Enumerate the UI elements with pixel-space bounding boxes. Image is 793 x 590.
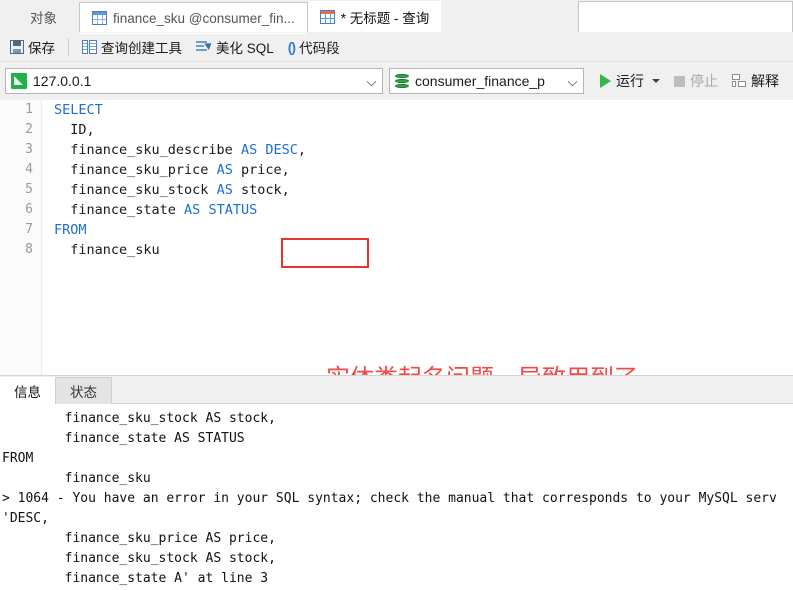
code-line: ID, <box>42 120 793 140</box>
beautify-icon <box>196 40 214 54</box>
log-line: > 1064 - You have an error in your SQL s… <box>2 491 777 506</box>
sql-text: finance_sku_describe <box>54 142 241 158</box>
sql-keyword: DESC <box>265 142 298 158</box>
line-number: 1 <box>25 102 33 117</box>
database-selector[interactable]: consumer_finance_p <box>389 68 584 94</box>
tab-untitled-query[interactable]: * 无标题 - 查询 <box>307 1 442 33</box>
sql-text: ID, <box>54 122 95 138</box>
sql-editor[interactable]: 1 2 3 4 5 6 7 8 SELECT ID, finance_sku_describe… <box>0 100 793 376</box>
main-tabstrip: 对象 finance_sku @consumer_fin... * 无标题 - … <box>0 0 793 34</box>
tab-untitled-query-label: * 无标题 - 查询 <box>340 11 430 26</box>
code-snippet-label: 代码段 <box>299 41 340 56</box>
explain-plan-icon <box>732 74 747 88</box>
code-line: FROM <box>42 220 793 240</box>
sql-text: , <box>297 142 306 158</box>
sql-keyword: STATUS <box>208 202 258 218</box>
query-icon <box>319 10 335 24</box>
annotation-text: 实体类起名问题，导致用到了 关键字DESC <box>326 358 638 375</box>
sql-text: finance_state <box>54 202 185 218</box>
tab-objects[interactable]: 对象 <box>0 1 79 33</box>
explain-button[interactable]: 解释 <box>728 68 783 94</box>
query-builder-icon <box>82 40 97 54</box>
tab-finance-sku-table[interactable]: finance_sku @consumer_fin... <box>79 2 308 34</box>
line-number: 7 <box>25 222 33 237</box>
results-tabstrip-filler <box>112 376 793 404</box>
line-number: 6 <box>25 202 33 217</box>
chevron-down-icon-db[interactable] <box>568 76 579 87</box>
run-button[interactable]: 运行 <box>596 68 664 94</box>
explain-button-label: 解释 <box>751 73 779 89</box>
stop-button-label: 停止 <box>690 73 718 89</box>
tab-info[interactable]: 信息 <box>0 377 55 404</box>
connection-icon <box>11 73 27 89</box>
code-line: finance_sku_price AS price, <box>42 160 793 180</box>
log-line: FROM <box>2 451 34 466</box>
results-panel: 信息 状态 finance_sku_stock AS stock, financ… <box>0 376 793 590</box>
sql-keyword: AS <box>184 202 201 218</box>
play-icon <box>600 74 611 88</box>
sql-text: finance_sku <box>54 242 160 258</box>
run-button-label: 运行 <box>616 73 644 89</box>
log-line: finance_sku_stock AS stock, <box>2 411 276 426</box>
code-snippet-button[interactable]: () 代码段 <box>282 35 346 59</box>
log-line: 'DESC, <box>2 511 49 526</box>
sql-keyword: FROM <box>54 222 87 238</box>
log-line: finance_sku_stock AS stock, <box>2 551 276 566</box>
sql-keyword: AS <box>216 182 233 198</box>
code-line: SELECT <box>42 100 793 120</box>
run-dropdown-caret-icon[interactable] <box>652 79 660 83</box>
code-line: finance_sku_stock AS stock, <box>42 180 793 200</box>
code-line: finance_sku_describe AS DESC, <box>42 140 793 160</box>
sql-text: stock, <box>232 182 290 198</box>
editor-toolbar: 保存 查询创建工具 美化 SQL () 代码段 <box>0 33 793 62</box>
line-number: 3 <box>25 142 33 157</box>
connection-value: 127.0.0.1 <box>33 73 92 89</box>
log-line: finance_sku <box>2 471 151 486</box>
connection-selector[interactable]: 127.0.0.1 <box>5 68 383 94</box>
chevron-down-icon[interactable] <box>367 76 378 87</box>
log-line: finance_state AS STATUS <box>2 431 245 446</box>
sql-text: finance_sku_stock <box>54 182 217 198</box>
save-button-label: 保存 <box>28 41 55 56</box>
stop-icon <box>674 75 685 87</box>
tab-info-label: 信息 <box>14 384 41 400</box>
query-builder-button[interactable]: 查询创建工具 <box>76 35 188 59</box>
save-icon <box>10 40 24 54</box>
tab-status[interactable]: 状态 <box>55 377 112 404</box>
toolbar-separator <box>68 38 69 56</box>
log-line: finance_sku_price AS price, <box>2 531 276 546</box>
tab-objects-label: 对象 <box>30 11 57 26</box>
sql-text: finance_sku_price <box>54 162 217 178</box>
database-value: consumer_finance_p <box>415 73 545 89</box>
save-button[interactable]: 保存 <box>4 35 61 59</box>
beautify-sql-label: 美化 SQL <box>216 41 274 56</box>
tab-status-label: 状态 <box>70 385 97 400</box>
tabstrip-right-panel <box>578 1 793 33</box>
results-tabstrip: 信息 状态 <box>0 376 793 404</box>
sql-code-area[interactable]: SELECT ID, finance_sku_describe AS DESC,… <box>42 100 793 375</box>
query-builder-label: 查询创建工具 <box>101 41 182 56</box>
tab-finance-sku-label: finance_sku @consumer_fin... <box>113 10 295 26</box>
connection-bar: 127.0.0.1 consumer_finance_p 运行 停止 解释 <box>0 62 793 100</box>
code-line: finance_sku <box>42 240 793 260</box>
log-line: finance_state A' at line 3 <box>2 571 269 586</box>
line-number: 5 <box>25 182 33 197</box>
table-icon <box>92 11 107 25</box>
line-number-gutter: 1 2 3 4 5 6 7 8 <box>0 100 42 375</box>
stop-button: 停止 <box>670 68 722 94</box>
line-number: 8 <box>25 242 33 257</box>
sql-keyword: SELECT <box>54 102 103 118</box>
dbeaver-like-sql-editor-window: 对象 finance_sku @consumer_fin... * 无标题 - … <box>0 0 793 590</box>
execution-log[interactable]: finance_sku_stock AS stock, finance_stat… <box>0 404 793 590</box>
parentheses-icon: () <box>287 39 296 55</box>
sql-text: price, <box>232 162 290 178</box>
line-number: 2 <box>25 122 33 137</box>
line-number: 4 <box>25 162 33 177</box>
database-icon <box>395 73 409 89</box>
beautify-sql-button[interactable]: 美化 SQL <box>190 35 280 59</box>
sql-keyword: AS <box>240 142 258 158</box>
tabstrip-filler <box>441 1 578 33</box>
code-line: finance_state AS STATUS <box>42 200 793 220</box>
sql-keyword: AS <box>216 162 233 178</box>
